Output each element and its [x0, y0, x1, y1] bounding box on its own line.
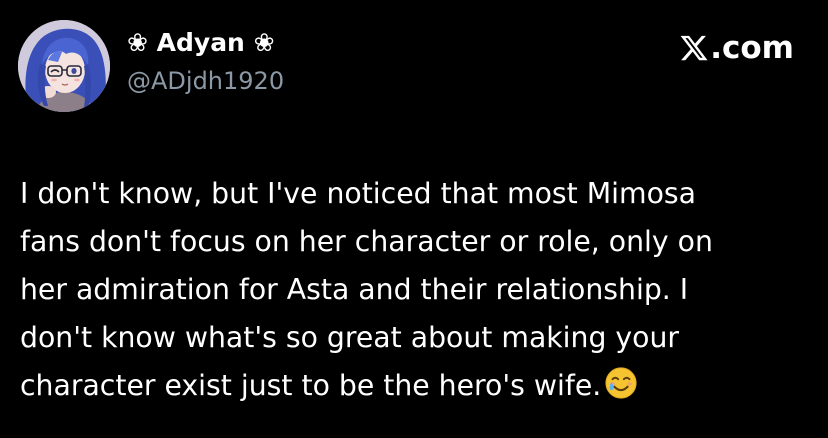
brand-domain-text: .com [710, 30, 794, 66]
author-handle[interactable]: @ADjdh1920 [127, 66, 284, 96]
tweet-line: don't know what's so great about making … [20, 321, 680, 354]
tweet-card: ❀ Adyan ❀ @ADjdh1920 .com I don't know, … [0, 0, 828, 438]
tweet-line: fans don't focus on her character or rol… [20, 225, 713, 258]
tweet-last-line: character exist just to be the hero's wi… [20, 362, 815, 410]
tweet-line: her admiration for Asta and their relati… [20, 273, 689, 306]
tweet-body: I don't know, but I've noticed that most… [20, 170, 815, 410]
x-com-brand: .com [679, 28, 794, 68]
author-display-name[interactable]: ❀ Adyan ❀ [127, 27, 275, 59]
tweet-line: I don't know, but I've noticed that most… [20, 177, 696, 210]
tweet-line: character exist just to be the hero's wi… [20, 369, 602, 402]
smiling-face-with-tear-icon [605, 367, 637, 399]
avatar[interactable] [18, 20, 110, 112]
x-logo-icon [680, 35, 708, 61]
anime-girl-avatar-icon [18, 20, 110, 112]
